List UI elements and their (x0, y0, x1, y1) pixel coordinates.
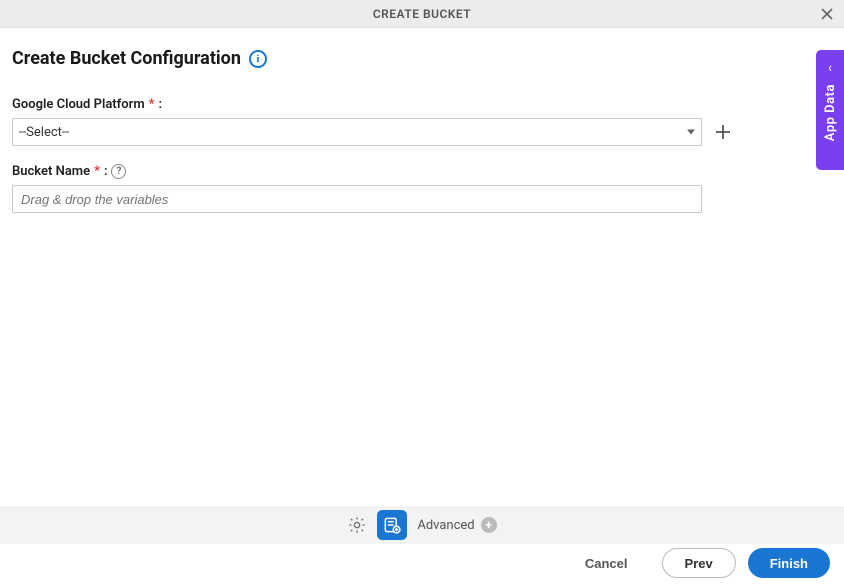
gcp-label-row: Google Cloud Platform *: (12, 97, 830, 112)
bottom-toolbar: Advanced + (0, 506, 844, 544)
advanced-label: Advanced (417, 518, 474, 533)
gcp-select[interactable]: --Select-- (12, 118, 702, 146)
titlebar: CREATE BUCKET (0, 0, 844, 28)
titlebar-title: CREATE BUCKET (373, 7, 471, 21)
prev-button[interactable]: Prev (662, 548, 736, 578)
gcp-select-value: --Select-- (19, 125, 69, 140)
help-icon[interactable]: ? (111, 164, 126, 179)
required-marker: * (94, 164, 100, 179)
field-bucket-name: Bucket Name *: ? (12, 164, 830, 213)
app-data-tab[interactable]: ‹ App Data (816, 50, 844, 170)
add-gcp-button[interactable] (712, 121, 734, 143)
cancel-button[interactable]: Cancel (563, 548, 650, 578)
gcp-select-row: --Select-- (12, 118, 830, 146)
chevron-left-icon: ‹ (828, 60, 832, 76)
gcp-label: Google Cloud Platform (12, 97, 145, 112)
form-add-icon[interactable] (377, 510, 407, 540)
app-data-label: App Data (823, 84, 838, 141)
bucket-name-label-row: Bucket Name *: ? (12, 164, 830, 179)
field-gcp: Google Cloud Platform *: --Select-- (12, 97, 830, 146)
label-colon: : (158, 97, 162, 112)
plus-icon: + (481, 517, 497, 533)
footer-buttons: Cancel Prev Finish (563, 548, 830, 578)
page-title: Create Bucket Configuration (12, 48, 241, 69)
info-icon[interactable]: i (249, 50, 267, 68)
finish-button[interactable]: Finish (748, 548, 830, 578)
gear-icon[interactable] (347, 515, 367, 535)
chevron-down-icon (687, 130, 695, 135)
label-colon: : (104, 164, 108, 179)
bucket-name-input[interactable] (12, 185, 702, 213)
advanced-toggle[interactable]: Advanced + (417, 517, 496, 533)
close-icon[interactable] (818, 5, 836, 23)
page-title-row: Create Bucket Configuration i (12, 48, 830, 69)
bucket-name-label: Bucket Name (12, 164, 90, 179)
required-marker: * (149, 97, 155, 112)
content-area: Create Bucket Configuration i Google Clo… (0, 28, 844, 213)
